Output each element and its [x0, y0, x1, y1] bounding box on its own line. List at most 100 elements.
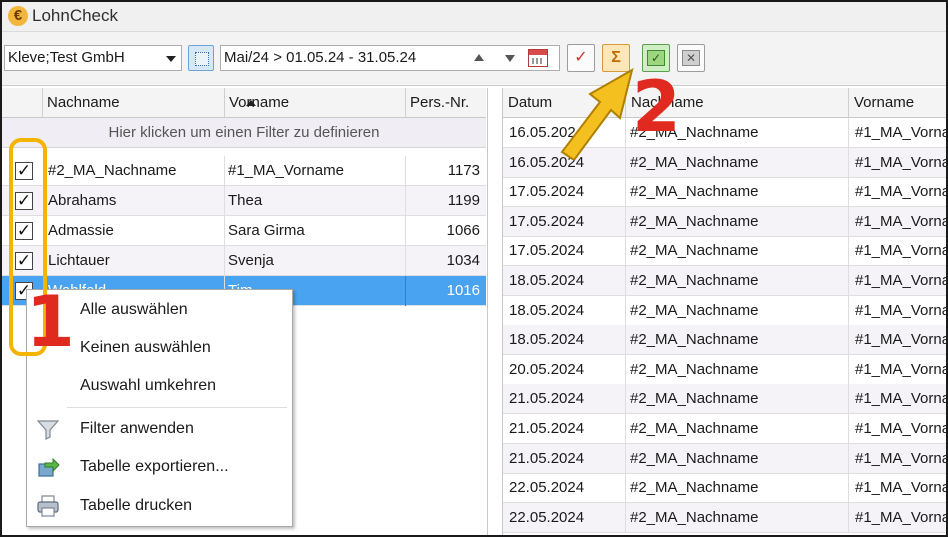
period-select[interactable]: Mai/24 > 01.05.24 - 31.05.24	[220, 45, 560, 71]
close-icon: ✕	[682, 50, 700, 66]
table-row[interactable]: 21.05.2024 #2_MA_Nachname #1_MA_Vorname	[503, 384, 946, 415]
table-row[interactable]: ✓ #2_MA_Nachname #1_MA_Vorname 1173	[2, 156, 486, 186]
cell-persno: 1173	[447, 162, 480, 179]
toolbar: Kleve;Test GmbH Mai/24 > 01.05.24 - 31.0…	[2, 32, 946, 86]
cell-date: 17.05.2024	[509, 242, 585, 260]
table-row[interactable]: 21.05.2024 #2_MA_Nachname #1_MA_Vorname	[503, 414, 946, 444]
cell-firstname: #1_MA_Vorname	[855, 183, 946, 201]
cell-lastname: #2_MA_Nachname	[630, 479, 759, 497]
table-row[interactable]: 22.05.2024 #2_MA_Nachname #1_MA_Vorname	[503, 502, 946, 533]
chevron-down-icon[interactable]	[166, 56, 176, 62]
cell-lastname: #2_MA_Nachname	[630, 360, 759, 378]
filter-row[interactable]: Hier klicken um einen Filter zu definier…	[2, 118, 486, 148]
cell-firstname: #1_MA_Vorname	[855, 301, 946, 319]
cell-firstname: #1_MA_Vorname	[855, 124, 946, 141]
table-row[interactable]: 20.05.2024 #2_MA_Nachname #1_MA_Vorname	[503, 354, 946, 385]
cell-date: 17.05.2024	[509, 183, 585, 201]
cell-lastname: #2_MA_Nachname	[630, 331, 759, 349]
menu-item-apply-filter[interactable]: Filter anwenden	[27, 412, 292, 446]
period-select-value: Mai/24 > 01.05.24 - 31.05.24	[224, 49, 417, 66]
export-icon	[38, 457, 60, 477]
cell-date: 21.05.2024	[509, 420, 585, 437]
menu-item-print-table[interactable]: Tabelle drucken	[27, 489, 292, 523]
cell-lastname: #2_MA_Nachname	[630, 508, 759, 526]
cell-firstname: Thea	[228, 192, 263, 209]
arrow-icon	[560, 67, 634, 160]
cell-lastname: Admassie	[48, 222, 114, 239]
cell-lastname: #2_MA_Nachname	[630, 420, 759, 437]
cell-firstname: #1_MA_Vorname	[855, 508, 946, 526]
cell-firstname: #1_MA_Vorname	[855, 272, 946, 289]
cell-date: 18.05.2024	[509, 272, 585, 289]
company-select-value: Kleve;Test GmbH	[8, 49, 125, 66]
table-row[interactable]: 18.05.2024 #2_MA_Nachname #1_MA_Vorname	[503, 325, 946, 356]
cell-firstname: #1_MA_Vorname	[228, 162, 344, 179]
table-row[interactable]: 17.05.2024 #2_MA_Nachname #1_MA_Vorname	[503, 206, 946, 237]
cell-firstname: #1_MA_Vorname	[855, 331, 946, 349]
cell-lastname: #2_MA_Nachname	[630, 272, 759, 289]
table-row[interactable]: 18.05.2024 #2_MA_Nachname #1_MA_Vorname	[503, 266, 946, 296]
cell-persno: 1034	[446, 252, 480, 269]
cell-lastname: Lichtauer	[48, 252, 110, 269]
cell-lastname: #2_MA_Nachname	[630, 212, 759, 230]
cell-firstname: #1_MA_Vorname	[855, 449, 946, 467]
cell-date: 22.05.2024	[509, 479, 585, 497]
cell-lastname: #2_MA_Nachname	[630, 390, 759, 408]
column-header-lastname[interactable]: Nachname	[42, 88, 256, 118]
table-row[interactable]: ✓ Abrahams Thea 1199	[2, 186, 486, 216]
table-row[interactable]: ✓ Lichtauer Svenja 1034	[2, 246, 486, 276]
cell-firstname: Svenja	[228, 252, 274, 269]
cell-date: 18.05.2024	[509, 301, 585, 319]
cell-firstname: #1_MA_Vorname	[855, 153, 946, 171]
cell-date: 17.05.2024	[509, 212, 585, 230]
table-row[interactable]: ✓ Admassie Sara Girma 1066	[2, 216, 486, 246]
funnel-icon	[36, 420, 60, 440]
table-row[interactable]: 17.05.2024 #2_MA_Nachname #1_MA_Vorname	[503, 236, 946, 267]
cell-firstname: #1_MA_Vorname	[855, 479, 946, 497]
title-bar: € LohnCheck	[2, 2, 946, 32]
window-title: LohnCheck	[32, 6, 119, 25]
period-previous-icon[interactable]	[474, 54, 484, 61]
company-select[interactable]: Kleve;Test GmbH	[4, 45, 182, 71]
euro-app-icon: €	[8, 6, 28, 26]
period-next-icon[interactable]	[505, 55, 515, 62]
column-header-firstname[interactable]: Vorname	[848, 88, 946, 118]
check-icon: ✓	[647, 50, 665, 66]
cell-date: 21.05.2024	[509, 390, 585, 408]
cell-lastname: #2_MA_Nachname	[630, 449, 759, 467]
calendar-icon[interactable]	[528, 49, 548, 67]
cell-persno: 1066	[446, 222, 480, 239]
cell-firstname: #1_MA_Vorname	[855, 390, 946, 408]
table-row[interactable]: 18.05.2024 #2_MA_Nachname #1_MA_Vorname	[503, 295, 946, 326]
cell-firstname: Sara Girma	[228, 222, 305, 239]
menu-item-invert-selection[interactable]: Auswahl umkehren	[27, 369, 292, 403]
employee-grid-header: Nachname Vorname Pers.-Nr.	[2, 88, 486, 118]
menu-separator	[67, 407, 287, 408]
cell-date: 22.05.2024	[509, 508, 585, 526]
column-header-persno[interactable]: Pers.-Nr.	[405, 88, 486, 118]
cancel-button[interactable]: ✕	[677, 44, 705, 72]
cell-firstname: #1_MA_Vorname	[855, 212, 946, 230]
cell-persno: 1016	[446, 282, 480, 299]
table-row[interactable]: 21.05.2024 #2_MA_Nachname #1_MA_Vorname	[503, 443, 946, 474]
cell-lastname: #2_MA_Nachname	[630, 153, 759, 171]
cell-firstname: #1_MA_Vorname	[855, 420, 946, 437]
step-1-label: 1	[26, 281, 75, 363]
cell-lastname: #2_MA_Nachname	[630, 183, 759, 201]
cell-lastname: #2_MA_Nachname	[630, 242, 759, 260]
cell-lastname: Abrahams	[48, 192, 117, 209]
cell-firstname: #1_MA_Vorname	[855, 242, 946, 260]
cell-lastname: #2_MA_Nachname	[48, 162, 177, 179]
cell-persno: 1199	[447, 192, 480, 209]
cell-date: 20.05.2024	[509, 360, 585, 378]
app-window: € LohnCheck Kleve;Test GmbH Mai/24 > 01.…	[0, 0, 948, 537]
menu-item-export-table[interactable]: Tabelle exportieren...	[27, 450, 292, 484]
column-header-firstname[interactable]: Vorname	[224, 88, 406, 118]
cell-firstname: #1_MA_Vorname	[855, 360, 946, 378]
table-row[interactable]: 22.05.2024 #2_MA_Nachname #1_MA_Vorname	[503, 473, 946, 504]
cell-lastname: #2_MA_Nachname	[630, 301, 759, 319]
step-2-label: 2	[632, 66, 681, 148]
table-row[interactable]: 17.05.2024 #2_MA_Nachname #1_MA_Vorname	[503, 177, 946, 208]
printer-icon	[37, 495, 59, 517]
select-grid-button[interactable]	[188, 45, 214, 71]
